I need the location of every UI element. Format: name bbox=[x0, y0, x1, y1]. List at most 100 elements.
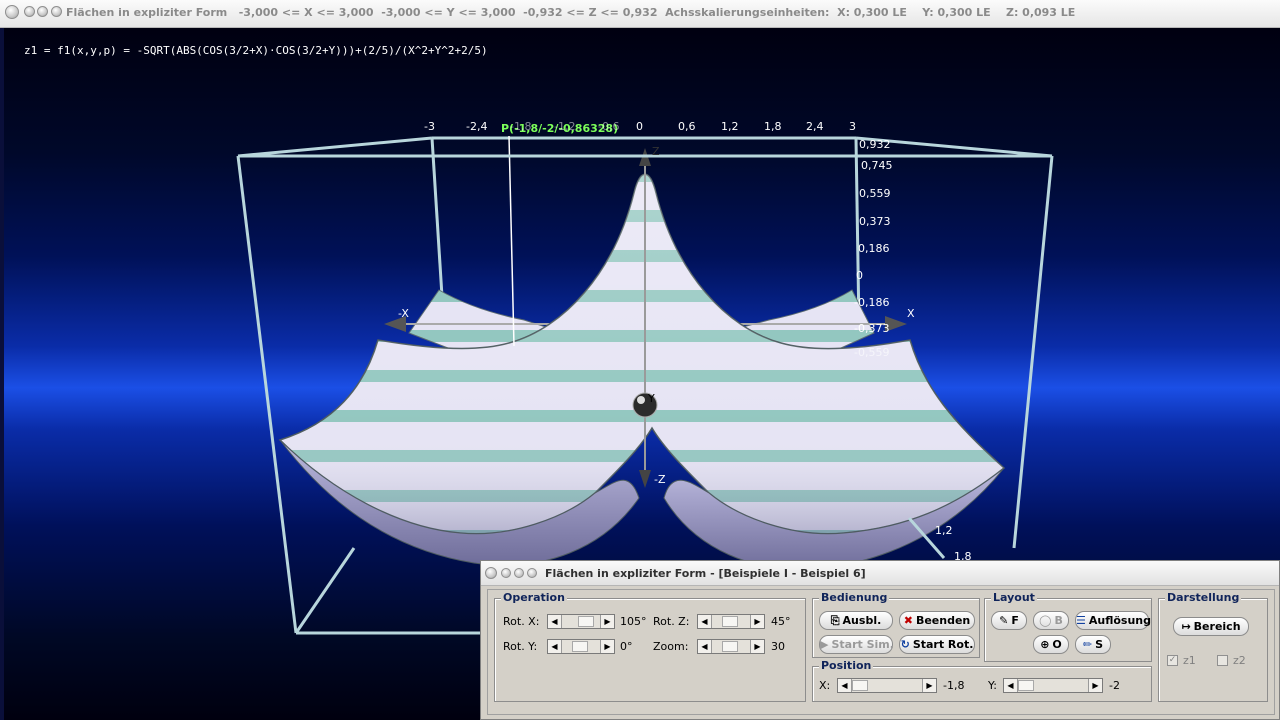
zoom-value: 30 bbox=[771, 640, 785, 653]
rot-y-label: Rot. Y: bbox=[503, 640, 538, 653]
position-x-right-arrow[interactable]: ▶ bbox=[922, 679, 936, 692]
axis-neg-z-label: -Z bbox=[654, 473, 666, 486]
position-x-left-arrow[interactable]: ◀ bbox=[838, 679, 852, 692]
z-tick-label: 0,932 bbox=[859, 138, 891, 151]
zoom-label: Zoom: bbox=[653, 640, 689, 653]
start-sim-button[interactable]: ▶ Start Sim. bbox=[819, 635, 894, 654]
bedienung-group: Bedienung ⎘ Ausbl. ✖ Beenden ▶ Start Sim. ↻… bbox=[812, 591, 980, 658]
layout-o-button[interactable]: ⊕ O bbox=[1033, 635, 1069, 654]
z-tick-label: -0,373 bbox=[854, 322, 890, 335]
rot-y-left-arrow[interactable]: ◀ bbox=[548, 640, 562, 653]
rot-x-value: 105° bbox=[620, 615, 647, 628]
x-tick-label: 1,2 bbox=[721, 120, 739, 133]
x-tick-label: -1,2 bbox=[554, 120, 576, 133]
dialog-minimize-button[interactable] bbox=[501, 568, 511, 578]
point-marker-line bbox=[508, 135, 515, 347]
rotate-icon: ↻ bbox=[900, 638, 910, 651]
rot-z-label: Rot. Z: bbox=[653, 615, 690, 628]
z-tick-label: 0,186 bbox=[858, 242, 890, 255]
axis-y-label: Y bbox=[648, 392, 655, 405]
operation-title: Operation bbox=[501, 591, 567, 604]
layout-f-button[interactable]: ✎ F bbox=[991, 611, 1027, 630]
bereich-button[interactable]: ↦ Bereich bbox=[1173, 617, 1249, 636]
layout-group: Layout ✎ F ◯ B ☰ Auflösung ⊕ O ✏ S bbox=[984, 591, 1152, 662]
layout-b-button[interactable]: ◯ B bbox=[1033, 611, 1069, 630]
x-tick-label: -3 bbox=[424, 120, 435, 133]
restore-window-button[interactable] bbox=[51, 6, 62, 17]
position-group: Position X: ◀ ▶ -1,8 Y: ◀ ▶ -2 bbox=[812, 659, 1152, 702]
dialog-body: Operation Rot. X: ◀ ▶ 105° Rot. Z: ◀ ▶ 4… bbox=[487, 589, 1275, 715]
y-tick-label: 1,2 bbox=[935, 524, 953, 537]
z1-checkbox[interactable]: ✓ bbox=[1167, 655, 1178, 666]
position-y-label: Y: bbox=[988, 679, 997, 692]
zoom-left-arrow[interactable]: ◀ bbox=[698, 640, 712, 653]
x-tick-label: 1,8 bbox=[764, 120, 782, 133]
dialog-title: Flächen in expliziter Form - [Beispiele … bbox=[545, 567, 866, 580]
z-tick-label: -0,186 bbox=[854, 296, 890, 309]
control-dialog: Flächen in expliziter Form - [Beispiele … bbox=[480, 560, 1280, 720]
position-x-value: -1,8 bbox=[943, 679, 965, 692]
close-window-button[interactable] bbox=[5, 5, 19, 19]
rot-z-value: 45° bbox=[771, 615, 791, 628]
x-tick-label: -2,4 bbox=[466, 120, 488, 133]
hide-icon: ⎘ bbox=[830, 614, 840, 627]
z-tick-label: -0,559 bbox=[854, 346, 890, 359]
zoom-right-arrow[interactable]: ▶ bbox=[750, 640, 764, 653]
rot-x-left-arrow[interactable]: ◀ bbox=[548, 615, 562, 628]
position-y-left-arrow[interactable]: ◀ bbox=[1004, 679, 1018, 692]
z-tick-label: 0,373 bbox=[859, 215, 891, 228]
z1-label: z1 bbox=[1183, 654, 1196, 667]
position-y-slider[interactable]: ◀ ▶ bbox=[1003, 678, 1103, 693]
layout-s-button[interactable]: ✏ S bbox=[1075, 635, 1111, 654]
axis-neg-x-label: -X bbox=[398, 307, 409, 320]
x-tick-label: 2,4 bbox=[806, 120, 824, 133]
z2-checkbox[interactable] bbox=[1217, 655, 1228, 666]
dialog-close-button[interactable] bbox=[485, 567, 497, 579]
start-rot-button[interactable]: ↻ Start Rot. bbox=[899, 635, 975, 654]
axis-z-label: Z bbox=[652, 145, 660, 158]
dialog-restore-button[interactable] bbox=[527, 568, 537, 578]
crosshair-icon: ⊕ bbox=[1040, 638, 1050, 651]
position-x-slider[interactable]: ◀ ▶ bbox=[837, 678, 937, 693]
position-title: Position bbox=[819, 659, 874, 672]
resolution-icon: ☰ bbox=[1076, 614, 1086, 627]
maximize-window-button[interactable] bbox=[37, 6, 48, 17]
minimize-window-button[interactable] bbox=[24, 6, 35, 17]
zoom-thumb[interactable] bbox=[722, 641, 738, 652]
position-x-thumb[interactable] bbox=[852, 680, 868, 691]
dialog-maximize-button[interactable] bbox=[514, 568, 524, 578]
window-title: Flächen in expliziter Form -3,000 <= X <… bbox=[66, 6, 1076, 19]
rot-x-thumb[interactable] bbox=[578, 616, 594, 627]
rot-z-thumb[interactable] bbox=[722, 616, 738, 627]
rot-x-label: Rot. X: bbox=[503, 615, 540, 628]
z-tick-label: 0,745 bbox=[861, 159, 893, 172]
darstellung-group: Darstellung ↦ Bereich ✓ z1 z2 bbox=[1158, 591, 1268, 702]
aufloesung-button[interactable]: ☰ Auflösung bbox=[1075, 611, 1151, 630]
beenden-button[interactable]: ✖ Beenden bbox=[899, 611, 975, 630]
rot-y-slider[interactable]: ◀ ▶ bbox=[547, 639, 615, 654]
layout-title: Layout bbox=[991, 591, 1037, 604]
rot-x-slider[interactable]: ◀ ▶ bbox=[547, 614, 615, 629]
eraser-icon: ◯ bbox=[1039, 614, 1052, 627]
rot-z-right-arrow[interactable]: ▶ bbox=[750, 615, 764, 628]
rot-y-right-arrow[interactable]: ▶ bbox=[600, 640, 614, 653]
z-tick-label: 0 bbox=[856, 269, 863, 282]
rot-z-slider[interactable]: ◀ ▶ bbox=[697, 614, 765, 629]
x-tick-label: 3 bbox=[849, 120, 856, 133]
x-tick-label: -0,6 bbox=[598, 120, 620, 133]
axis-x-label: X bbox=[907, 307, 915, 320]
zoom-slider[interactable]: ◀ ▶ bbox=[697, 639, 765, 654]
darstellung-title: Darstellung bbox=[1165, 591, 1242, 604]
range-icon: ↦ bbox=[1181, 620, 1191, 633]
ausblenden-button[interactable]: ⎘ Ausbl. bbox=[819, 611, 893, 630]
x-tick-label: 0,6 bbox=[678, 120, 696, 133]
position-y-right-arrow[interactable]: ▶ bbox=[1088, 679, 1102, 692]
rot-y-thumb[interactable] bbox=[572, 641, 588, 652]
rot-z-left-arrow[interactable]: ◀ bbox=[698, 615, 712, 628]
rot-x-right-arrow[interactable]: ▶ bbox=[600, 615, 614, 628]
z-tick-label: 0,559 bbox=[859, 187, 891, 200]
z2-label: z2 bbox=[1233, 654, 1246, 667]
position-y-thumb[interactable] bbox=[1018, 680, 1034, 691]
play-icon: ▶ bbox=[820, 638, 829, 651]
rot-y-value: 0° bbox=[620, 640, 633, 653]
